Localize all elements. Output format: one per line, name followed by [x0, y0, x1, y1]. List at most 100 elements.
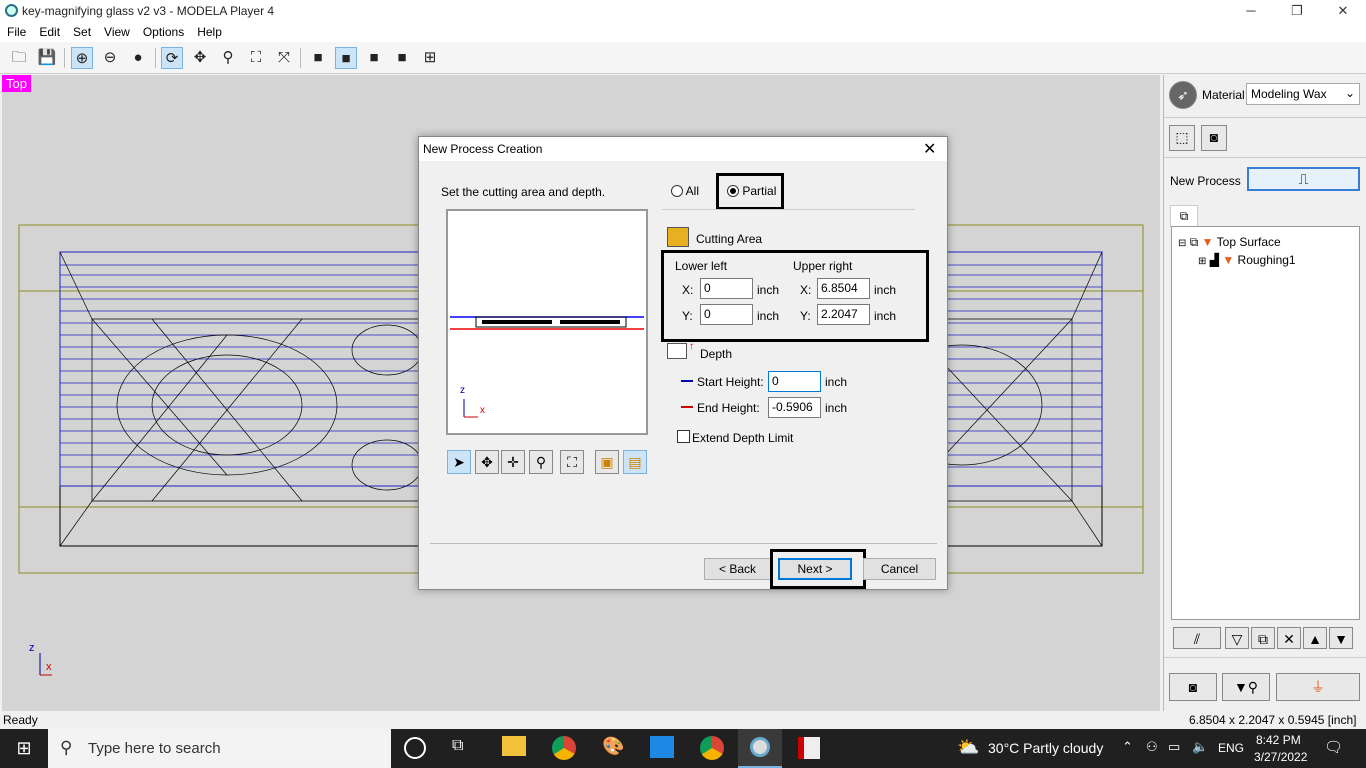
cancel-button[interactable]: Cancel: [863, 558, 936, 580]
toolpath-icon[interactable]: ⫽: [1173, 627, 1221, 649]
box-view-icon[interactable]: ⬚: [1169, 125, 1195, 151]
half-globe-icon[interactable]: ⊖: [99, 47, 121, 69]
multi-view-icon[interactable]: ⊞: [419, 47, 441, 69]
lower-left-y-input[interactable]: 0: [700, 304, 753, 325]
restore-button[interactable]: ❐: [1274, 0, 1320, 22]
app-taskbar-icon[interactable]: [798, 737, 820, 759]
menu-set[interactable]: Set: [66, 22, 97, 39]
minimize-button[interactable]: ─: [1228, 0, 1274, 22]
tray-chevron-icon[interactable]: ⌃: [1122, 739, 1133, 755]
depth-tool-icon[interactable]: ▤: [623, 450, 647, 474]
volume-muted-icon[interactable]: 🔈: [1192, 739, 1208, 755]
view-right-icon[interactable]: ■: [363, 47, 385, 69]
language-indicator[interactable]: ENG: [1218, 741, 1244, 755]
preview-cut-icon[interactable]: ▼⚲: [1222, 673, 1270, 701]
tray-app-icon[interactable]: ⚇: [1146, 739, 1158, 755]
move-up-icon[interactable]: ▲: [1303, 627, 1327, 649]
clock-time[interactable]: 8:42 PM: [1256, 733, 1301, 747]
status-bar: Ready 6.8504 x 2.2047 x 0.5945 [inch]: [0, 711, 1366, 729]
close-button[interactable]: ✕: [1320, 0, 1366, 22]
file-explorer-icon[interactable]: [502, 736, 526, 756]
view-front-icon[interactable]: ■: [307, 47, 329, 69]
radio-partial-circle[interactable]: [727, 185, 739, 197]
rotate-icon[interactable]: ⟳: [161, 47, 183, 69]
taskbar-search-box[interactable]: ⚲ Type here to search: [48, 729, 391, 768]
compass-icon[interactable]: ➶: [1169, 81, 1197, 109]
fit-view-icon[interactable]: ⛶: [560, 450, 584, 474]
menu-help[interactable]: Help: [190, 22, 228, 39]
upper-right-x-input[interactable]: 6.8504: [817, 278, 870, 299]
end-height-unit: inch: [825, 401, 848, 415]
menu-edit[interactable]: Edit: [32, 22, 66, 39]
paint-icon[interactable]: 🎨: [602, 736, 624, 757]
task-view-icon[interactable]: ⧉: [452, 737, 463, 755]
copy-icon[interactable]: ⧉: [1251, 627, 1275, 649]
tree-child-label: Roughing1: [1237, 253, 1296, 267]
save-icon[interactable]: 💾: [36, 47, 58, 69]
rotate-view-icon[interactable]: ✥: [475, 450, 499, 474]
new-process-button[interactable]: ⎍: [1247, 167, 1360, 191]
preview-drawing: [450, 316, 644, 418]
extend-depth-checkbox[interactable]: [677, 430, 690, 443]
radio-all-label: All: [685, 184, 700, 198]
back-button[interactable]: < Back: [704, 558, 771, 580]
dialog-close-icon[interactable]: ✕: [923, 139, 936, 159]
modela-player-taskbar-icon[interactable]: [738, 729, 782, 768]
material-select[interactable]: Modeling Wax ⌄: [1246, 83, 1360, 105]
wireframe-globe-icon[interactable]: ⊕: [71, 47, 93, 69]
expand-icon[interactable]: ⊞: [1198, 256, 1206, 267]
select-arrow-icon[interactable]: ➤: [447, 450, 471, 474]
clock-date[interactable]: 3/27/2022: [1254, 750, 1307, 764]
delete-icon[interactable]: ✕: [1277, 627, 1301, 649]
weather-text[interactable]: 30°C Partly cloudy: [988, 740, 1103, 756]
chrome-icon[interactable]: [552, 736, 576, 760]
open-folder-icon[interactable]: 🗀: [8, 47, 30, 69]
filter-icon[interactable]: ▽: [1225, 627, 1249, 649]
move-down-icon[interactable]: ▼: [1329, 627, 1353, 649]
zoom-extents-icon[interactable]: ⤧: [273, 47, 295, 69]
zoom-view-icon[interactable]: ⚲: [529, 450, 553, 474]
notification-icon[interactable]: 🗨: [1324, 738, 1343, 756]
tree-tab-icon[interactable]: ⧉: [1170, 205, 1198, 227]
right-panel: ➶ Material Modeling Wax ⌄ ⬚ ◙ New Proces…: [1163, 75, 1366, 711]
tree-item-roughing[interactable]: ⊞ ▟ ▼ Roughing1: [1198, 253, 1296, 267]
ll-x-label: X:: [682, 283, 694, 297]
preview-icon[interactable]: ◙: [1169, 673, 1217, 701]
next-button[interactable]: Next >: [778, 558, 852, 580]
depth-label: Depth: [700, 347, 733, 361]
toolbar-separator: [64, 48, 65, 68]
start-height-label: Start Height:: [697, 375, 764, 389]
lower-left-x-input[interactable]: 0: [700, 278, 753, 299]
view-iso-icon[interactable]: ■: [391, 47, 413, 69]
menu-file[interactable]: File: [0, 22, 32, 39]
start-height-input[interactable]: 0: [768, 371, 821, 392]
search-icon: ⚲: [60, 738, 73, 757]
radio-all-circle[interactable]: [671, 185, 683, 197]
menu-view[interactable]: View: [97, 22, 136, 39]
window-title: key-magnifying glass v2 v3 - MODELA Play…: [22, 4, 275, 18]
network-icon[interactable]: ▭: [1168, 739, 1180, 755]
area-preview[interactable]: z x: [446, 209, 648, 435]
cut-icon[interactable]: ⏚: [1276, 673, 1360, 701]
cortana-icon[interactable]: [404, 737, 426, 759]
chrome-profile-icon[interactable]: [700, 736, 724, 760]
radio-all[interactable]: All: [671, 184, 699, 198]
pan-icon[interactable]: ✥: [189, 47, 211, 69]
tree-item-top-surface[interactable]: ⊟ ⧉ ▼ Top Surface: [1178, 235, 1281, 250]
windows-start-icon[interactable]: ⊞: [0, 729, 48, 768]
surface-icon[interactable]: ◙: [1201, 125, 1227, 151]
upper-right-y-input[interactable]: 2.2047: [817, 304, 870, 325]
zoom-icon[interactable]: ⚲: [217, 47, 239, 69]
collapse-icon[interactable]: ⊟: [1178, 238, 1186, 249]
end-height-label: End Height:: [697, 401, 760, 415]
photos-icon[interactable]: [650, 736, 674, 758]
ur-x-unit: inch: [874, 283, 897, 297]
fit-view-icon[interactable]: ⛶: [245, 47, 267, 69]
menu-options[interactable]: Options: [136, 22, 190, 39]
end-height-input[interactable]: -0.5906: [768, 397, 821, 418]
area-tool-icon[interactable]: ▣: [595, 450, 619, 474]
pan-view-icon[interactable]: ✛: [501, 450, 525, 474]
view-top-icon[interactable]: ■: [335, 47, 357, 69]
radio-partial[interactable]: Partial: [727, 184, 776, 198]
solid-sphere-icon[interactable]: ●: [127, 47, 149, 69]
